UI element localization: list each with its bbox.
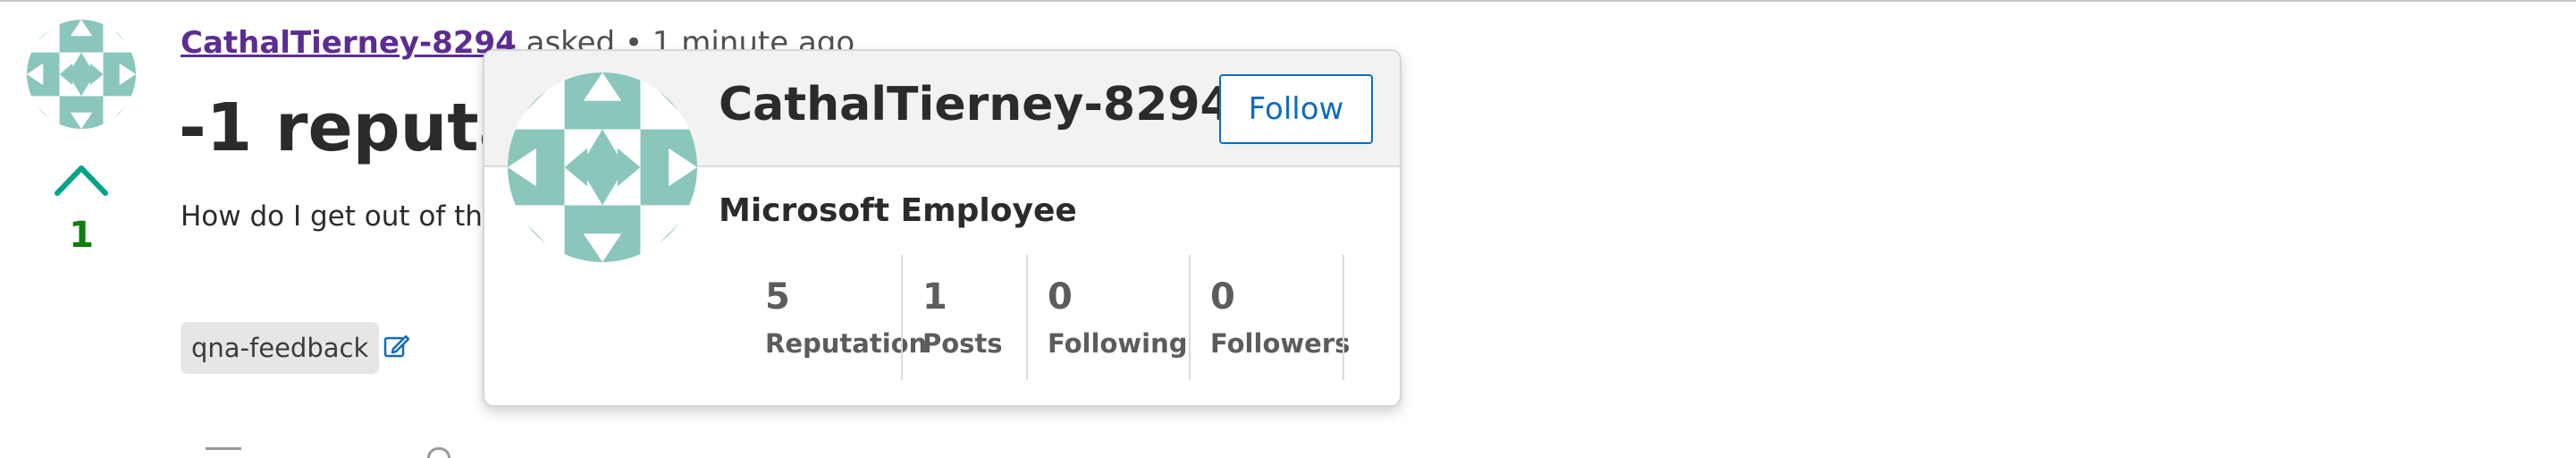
- author-avatar[interactable]: [27, 20, 136, 129]
- footer-icon-partial: [427, 447, 450, 458]
- identicon-avatar-icon: [508, 72, 697, 262]
- stat-value: 0: [1048, 276, 1073, 318]
- stat-value: 5: [765, 276, 790, 318]
- stat-value: 1: [922, 276, 947, 318]
- edit-icon[interactable]: [383, 333, 409, 360]
- stat-divider: [1189, 255, 1191, 380]
- stat-divider: [1026, 255, 1028, 380]
- upvote-chevron-icon[interactable]: [54, 161, 109, 197]
- question-body: How do I get out of th: [181, 200, 483, 233]
- hover-card-avatar[interactable]: [508, 72, 697, 262]
- stat-label: Posts: [922, 328, 1003, 359]
- stat-value: 0: [1210, 276, 1235, 318]
- stat-divider: [901, 255, 903, 380]
- stat-label: Followers: [1210, 328, 1351, 359]
- user-hover-card: CathalTierney-8294 Follow Microsoft Empl…: [483, 49, 1402, 407]
- follow-button[interactable]: Follow: [1219, 74, 1373, 144]
- stat-label: Reputation: [765, 328, 928, 359]
- tag-chip[interactable]: qna-feedback: [181, 322, 380, 374]
- page-top-border: [0, 0, 2576, 2]
- author-link[interactable]: CathalTierney-8294: [181, 25, 517, 61]
- stat-label: Following: [1048, 328, 1188, 359]
- hover-card-username[interactable]: CathalTierney-8294: [719, 78, 1233, 131]
- footer-icon-partial: [206, 447, 241, 458]
- identicon-avatar-icon: [27, 20, 136, 129]
- stat-divider: [1343, 255, 1344, 380]
- hover-card-role: Microsoft Employee: [719, 192, 1077, 229]
- vote-count: 1: [69, 215, 94, 256]
